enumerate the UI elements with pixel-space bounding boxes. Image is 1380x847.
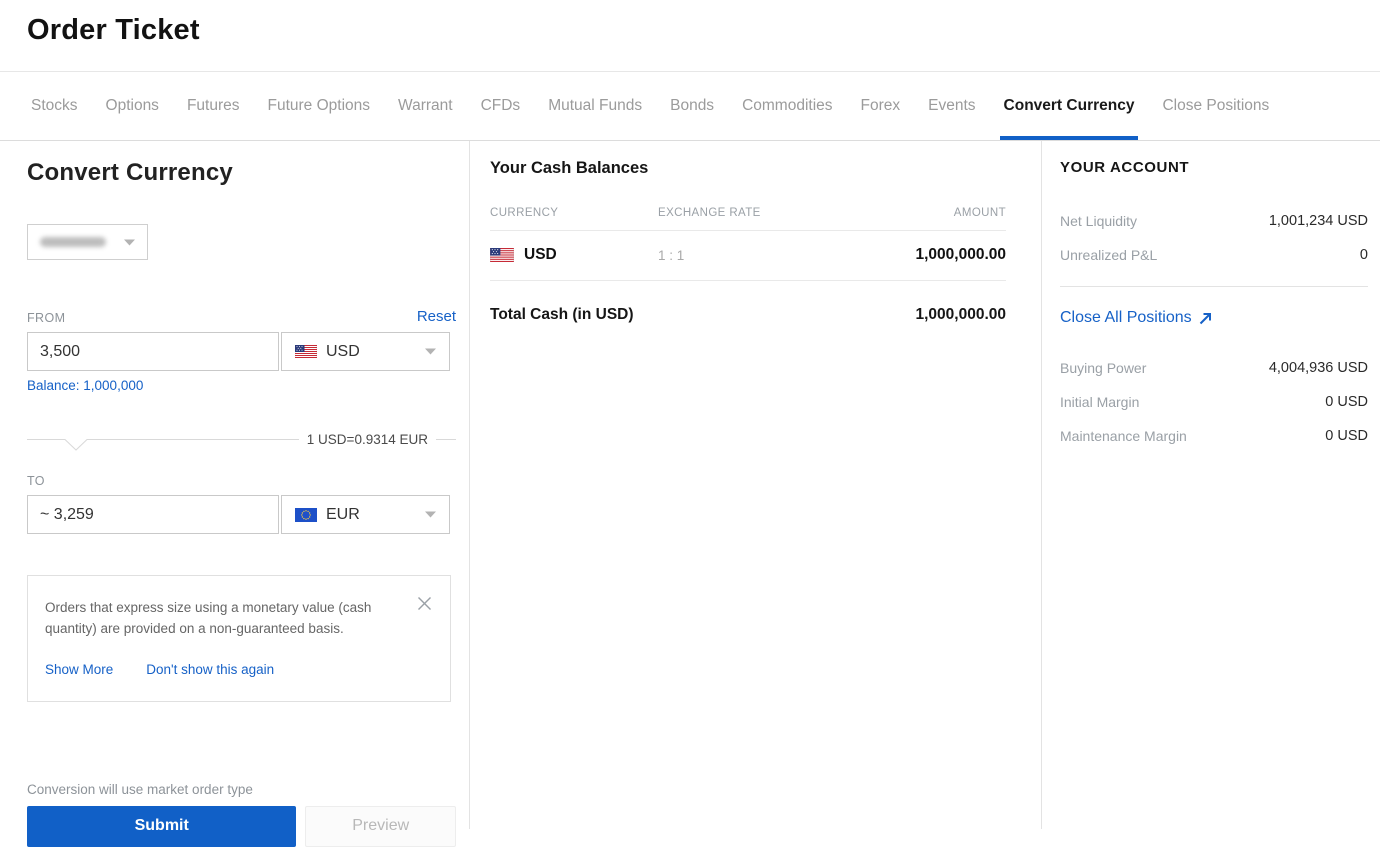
tab-stocks[interactable]: Stocks [31, 72, 92, 140]
your-account-panel: YOUR ACCOUNT Net Liquidity 1,001,234 USD… [1042, 141, 1380, 829]
to-label: TO [27, 474, 45, 488]
tab-forex[interactable]: Forex [847, 72, 915, 140]
to-amount-input[interactable] [27, 495, 279, 534]
preview-button[interactable]: Preview [305, 805, 456, 847]
net-liquidity-label: Net Liquidity [1060, 213, 1138, 229]
chevron-down-icon [425, 348, 436, 355]
column-header-currency: CURRENCY [490, 207, 559, 219]
account-selector[interactable] [27, 224, 148, 260]
tab-future-options[interactable]: Future Options [254, 72, 385, 140]
divider [1060, 286, 1368, 287]
row-currency-code: USD [524, 246, 557, 263]
chevron-down-icon [124, 239, 135, 246]
tab-close-positions[interactable]: Close Positions [1148, 72, 1283, 140]
from-currency-code: USD [326, 342, 360, 360]
order-type-tabbar: Stocks Options Futures Future Options Wa… [0, 72, 1380, 141]
rate-divider: 1 USD=0.9314 EUR [27, 430, 456, 451]
table-row: USD 1 : 1 1,000,000.00 [489, 230, 1006, 281]
tab-events[interactable]: Events [914, 72, 989, 140]
table-header-row: CURRENCY EXCHANGE RATE AMOUNT [490, 207, 1006, 230]
page-title: Order Ticket [27, 14, 200, 46]
tab-warrant[interactable]: Warrant [384, 72, 467, 140]
from-currency-select[interactable]: USD [281, 332, 450, 371]
chevron-down-icon [425, 511, 436, 518]
market-order-footnote: Conversion will use market order type [27, 781, 253, 797]
unrealized-pnl-value: 0 [1359, 247, 1368, 263]
column-header-exchange-rate: EXCHANGE RATE [658, 207, 761, 219]
unrealized-pnl-row: Unrealized P&L 0 [1060, 238, 1368, 272]
convert-currency-heading: Convert Currency [27, 159, 233, 186]
buying-power-row: Buying Power 4,004,936 USD [1060, 351, 1368, 385]
buying-power-value: 4,004,936 USD [1268, 360, 1368, 376]
maintenance-margin-label: Maintenance Margin [1060, 428, 1187, 444]
net-liquidity-row: Net Liquidity 1,001,234 USD [1060, 204, 1368, 238]
net-liquidity-value: 1,001,234 USD [1268, 213, 1368, 229]
cash-balances-table: CURRENCY EXCHANGE RATE AMOUNT USD 1: 1 … [489, 207, 1006, 324]
external-arrow-icon [1198, 311, 1213, 326]
show-more-link[interactable]: Show More [45, 662, 113, 677]
to-amount-row: EUR [27, 495, 456, 534]
from-label: FROM [27, 311, 66, 325]
cash-balances-panel: Your Cash Balances CURRENCY EXCHANGE RAT… [470, 141, 1042, 829]
from-balance-link[interactable]: Balance: 1,000,000 [27, 378, 143, 393]
main-content: Convert Currency FROM Reset 3,500 USD Ba… [0, 141, 1380, 847]
cash-balances-heading: Your Cash Balances [490, 159, 649, 177]
column-header-amount: AMOUNT [953, 207, 1006, 219]
initial-margin-label: Initial Margin [1060, 394, 1140, 410]
eu-flag-icon [295, 507, 317, 522]
total-cash-row: Total Cash (in USD) 1,000,000.00 [490, 306, 1006, 324]
to-currency-code: EUR [326, 505, 360, 523]
close-icon[interactable] [417, 596, 432, 611]
dont-show-again-link[interactable]: Don't show this again [146, 662, 274, 677]
from-amount-row: USD [27, 332, 456, 371]
tab-convert-currency[interactable]: Convert Currency [990, 72, 1149, 140]
tab-futures[interactable]: Futures [173, 72, 254, 140]
unrealized-pnl-label: Unrealized P&L [1060, 247, 1158, 263]
convert-currency-panel: Convert Currency FROM Reset 3,500 USD Ba… [0, 141, 470, 847]
from-amount-input[interactable] [27, 332, 279, 371]
notice-text: Orders that express size using a monetar… [45, 600, 372, 636]
page-header: Order Ticket [0, 0, 1380, 72]
row-exchange-rate: 1 : 1 [658, 247, 685, 263]
account-id-redacted [40, 237, 106, 247]
your-account-heading: YOUR ACCOUNT [1060, 159, 1190, 176]
us-flag-icon [489, 247, 515, 263]
close-all-positions-label: Close All Positions [1060, 309, 1192, 326]
notch-pointer [49, 438, 103, 451]
tab-options[interactable]: Options [92, 72, 173, 140]
close-all-positions-link[interactable]: Close All Positions [1060, 309, 1368, 327]
maintenance-margin-row: Maintenance Margin 0 USD [1060, 419, 1368, 453]
tab-commodities[interactable]: Commodities [728, 72, 846, 140]
buying-power-label: Buying Power [1060, 360, 1147, 376]
exchange-rate-text: 1 USD=0.9314 EUR [306, 431, 428, 447]
reset-link[interactable]: Reset [417, 308, 456, 325]
tab-bonds[interactable]: Bonds [656, 72, 728, 140]
cash-quantity-notice: Orders that express size using a monetar… [27, 575, 451, 702]
initial-margin-value: 0 USD [1325, 394, 1368, 410]
submit-button[interactable]: Submit [27, 805, 297, 847]
initial-margin-row: Initial Margin 0 USD [1060, 385, 1368, 419]
tab-cfds[interactable]: CFDs [467, 72, 535, 140]
to-currency-select[interactable]: EUR [281, 495, 450, 534]
total-cash-label: Total Cash (in USD) [490, 306, 634, 323]
row-amount: 1,000,000.00 [915, 246, 1006, 263]
tab-mutual-funds[interactable]: Mutual Funds [534, 72, 656, 140]
maintenance-margin-value: 0 USD [1325, 428, 1368, 444]
total-cash-amount: 1,000,000.00 [915, 306, 1006, 323]
us-flag-icon [294, 344, 318, 359]
